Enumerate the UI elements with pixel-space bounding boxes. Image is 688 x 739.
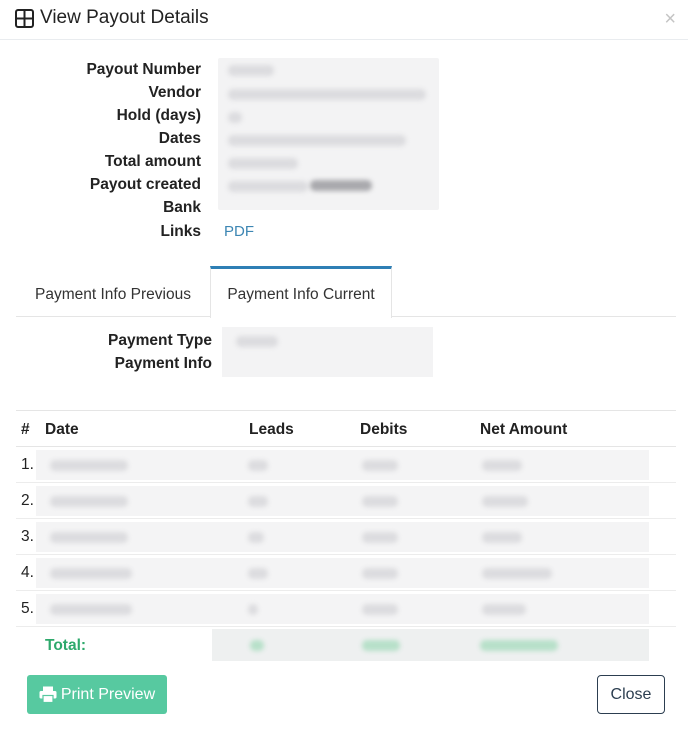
detail-row-vendor: Vendor — [0, 81, 688, 104]
modal-title: View Payout Details — [40, 7, 209, 28]
payment-info-tabs: Payment Info Previous Payment Info Curre… — [16, 266, 676, 318]
total-label: Total: — [45, 637, 87, 654]
detail-label: Payout Number — [86, 61, 201, 78]
detail-label: Bank — [163, 199, 201, 216]
table-row: 5. — [16, 591, 676, 627]
table-row: 2. — [16, 483, 676, 519]
pdf-link[interactable]: PDF — [224, 223, 254, 240]
table-row: 3. — [16, 519, 676, 555]
redacted-row-values — [36, 486, 649, 516]
detail-label: Dates — [158, 130, 201, 147]
close-label: Close — [610, 685, 652, 703]
detail-row-total-amount: Total amount — [0, 150, 688, 173]
detail-row-payout-created: Payout created — [0, 173, 688, 196]
detail-label: Total amount — [104, 153, 201, 170]
redacted-total-values — [212, 629, 649, 661]
table-row: 4. — [16, 555, 676, 591]
payment-info-label: Payment Info — [114, 355, 212, 372]
detail-label: Payout created — [89, 176, 201, 193]
print-preview-label: Print Preview — [60, 685, 156, 703]
column-header-number: # — [21, 421, 30, 438]
payment-type-label: Payment Type — [108, 332, 212, 349]
redacted-row-values — [36, 558, 649, 588]
redacted-row-values — [36, 450, 649, 480]
print-preview-button[interactable]: Print Preview — [27, 675, 167, 714]
grid-icon — [15, 9, 34, 28]
column-header-net-amount: Net Amount — [480, 421, 568, 438]
row-number: 4. — [21, 564, 34, 581]
tab-payment-info-previous[interactable]: Payment Info Previous — [16, 266, 210, 317]
detail-row-hold-days: Hold (days) — [0, 104, 688, 127]
detail-row-bank: Bank — [0, 196, 688, 219]
detail-row-dates: Dates — [0, 127, 688, 150]
close-button[interactable]: Close — [597, 675, 665, 714]
column-header-debits: Debits — [360, 421, 408, 438]
redacted-row-values — [36, 522, 649, 552]
payout-details-modal: View Payout Details × Payout Number Vend… — [0, 0, 688, 739]
detail-row-links: Links PDF — [0, 220, 688, 243]
detail-label: Hold (days) — [116, 107, 201, 124]
column-header-leads: Leads — [249, 421, 294, 438]
redacted-payment-values — [222, 327, 433, 377]
row-number: 5. — [21, 600, 34, 617]
detail-label: Links — [160, 223, 201, 240]
payment-info-section: Payment Type Payment Info — [0, 326, 688, 386]
close-icon[interactable]: × — [664, 8, 676, 31]
redacted-row-values — [36, 594, 649, 624]
payout-details-section: Payout Number Vendor Hold (days) Dates T… — [0, 56, 688, 256]
table-header-row: # Date Leads Debits Net Amount — [16, 410, 676, 447]
row-number: 3. — [21, 528, 34, 545]
table-total-row: Total: — [16, 627, 676, 663]
printer-icon — [39, 686, 57, 703]
tab-payment-info-current[interactable]: Payment Info Current — [210, 266, 392, 318]
modal-header: View Payout Details × — [0, 0, 688, 40]
detail-row-payout-number: Payout Number — [0, 58, 688, 81]
row-number: 2. — [21, 492, 34, 509]
table-row: 1. — [16, 447, 676, 483]
row-number: 1. — [21, 456, 34, 473]
detail-label: Vendor — [148, 84, 201, 101]
column-header-date: Date — [45, 421, 79, 438]
